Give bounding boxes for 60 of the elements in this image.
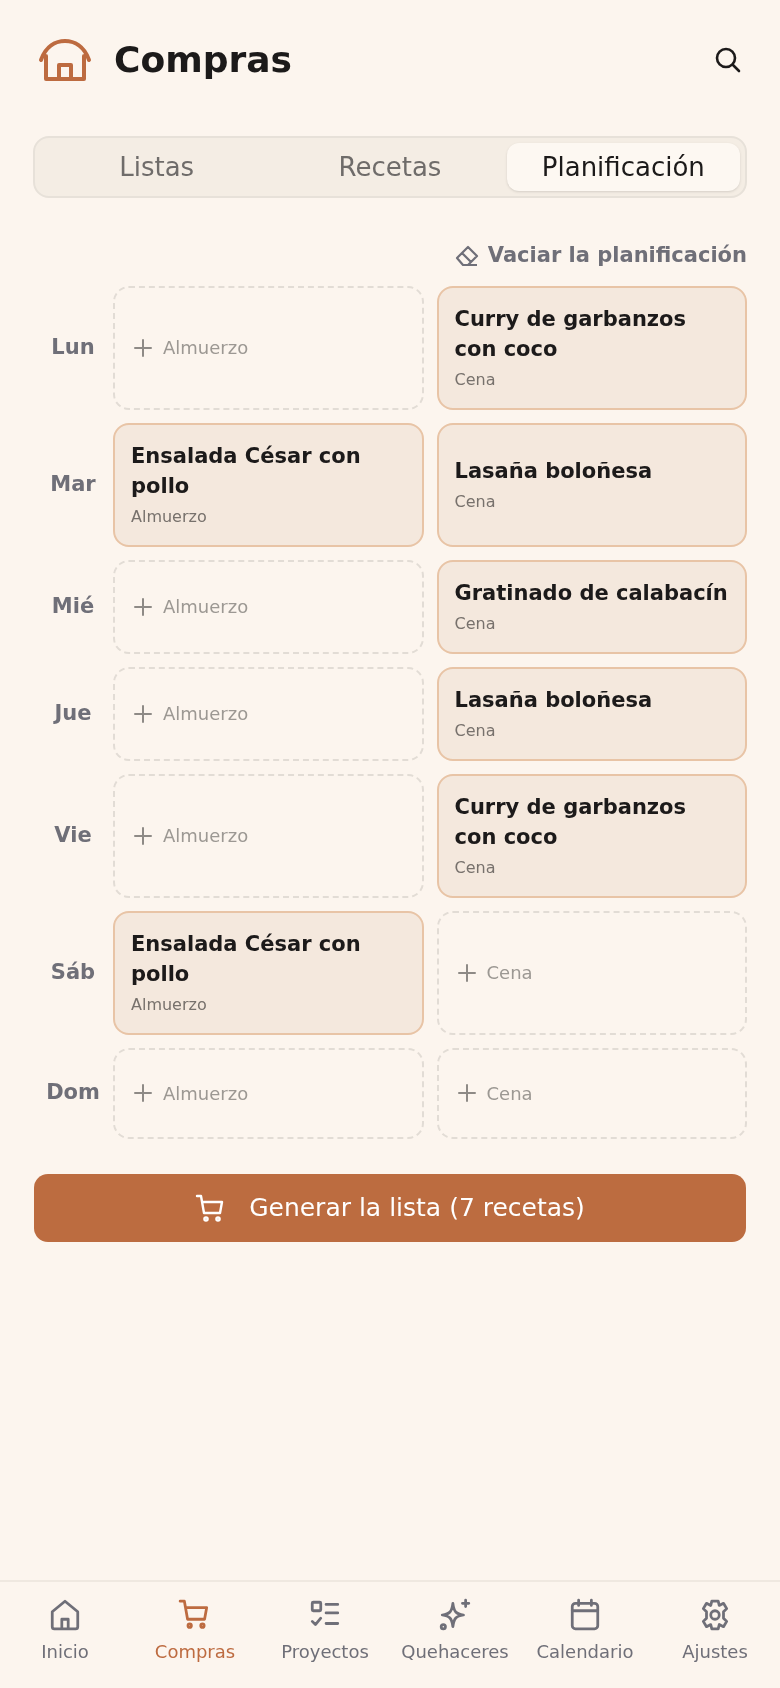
meal-type: Cena: [454, 612, 497, 635]
meal-title: Ensalada César con pollo: [131, 930, 362, 988]
day-label: Vie: [54, 821, 92, 849]
home-icon: [48, 1598, 82, 1632]
meal-type: Cena: [454, 490, 497, 513]
add-meal-slot[interactable]: Cena: [436, 1047, 747, 1139]
plus-icon: [456, 1083, 477, 1103]
meal-title: Gratinado de calabacín: [454, 579, 729, 607]
search-icon[interactable]: [714, 46, 742, 74]
plus-icon: [133, 703, 153, 724]
nav-item[interactable]: Calendario: [520, 1582, 650, 1688]
meal-title: Ensalada César con pollo: [131, 442, 362, 500]
sparkle-icon: [438, 1598, 472, 1632]
tab[interactable]: Listas: [40, 143, 274, 191]
tab[interactable]: Recetas: [273, 143, 507, 191]
plus-icon: [133, 596, 153, 617]
day-label: Mar: [50, 470, 96, 498]
meal-card[interactable]: Gratinado de calabacín Cena: [436, 559, 747, 654]
add-meal-slot[interactable]: Almuerzo: [113, 773, 424, 898]
meal-title: Lasaña boloñesa: [454, 686, 654, 714]
generate-list-button[interactable]: Generar la lista (7 recetas): [34, 1173, 746, 1242]
add-meal-slot[interactable]: Almuerzo: [113, 666, 424, 761]
meal-type: Cena: [454, 368, 497, 391]
plus-icon: [133, 1083, 153, 1103]
meal-title: Lasaña boloñesa: [454, 457, 654, 485]
nav-item[interactable]: Quehaceres: [390, 1582, 520, 1688]
plus-icon: [133, 825, 153, 846]
clear-plan-button[interactable]: Vaciar la planificación: [453, 240, 747, 272]
day-label: Sáb: [50, 958, 96, 986]
meal-card[interactable]: Curry de garbanzos con coco Cena: [436, 285, 747, 410]
add-meal-slot[interactable]: Cena: [436, 910, 747, 1035]
meal-card[interactable]: Lasaña boloñesa Cena: [436, 666, 747, 761]
tab[interactable]: Planificación: [506, 143, 740, 191]
plus-icon: [133, 337, 153, 358]
page-title: Compras: [114, 38, 293, 82]
add-meal-slot[interactable]: Almuerzo: [113, 285, 424, 410]
meal-type: Almuerzo: [131, 505, 208, 528]
day-label: Mié: [51, 592, 95, 620]
house-icon: [38, 38, 92, 82]
day-label: Dom: [46, 1079, 100, 1107]
meal-card[interactable]: Lasaña boloñesa Cena: [436, 422, 747, 547]
nav-item[interactable]: Compras: [130, 1582, 260, 1688]
meal-card[interactable]: Ensalada César con pollo Almuerzo: [113, 422, 424, 547]
cart-icon: [195, 1192, 226, 1223]
meal-type: Almuerzo: [131, 993, 208, 1016]
meal-type: Cena: [454, 856, 497, 879]
plus-icon: [456, 962, 477, 983]
meal-card[interactable]: Ensalada César con pollo Almuerzo: [113, 910, 424, 1035]
meal-title: Curry de garbanzos con coco: [454, 305, 688, 363]
add-meal-slot[interactable]: Almuerzo: [113, 1047, 424, 1139]
meal-title: Curry de garbanzos con coco: [454, 793, 688, 851]
day-label: Lun: [51, 333, 95, 361]
nav-item[interactable]: Ajustes: [650, 1582, 780, 1688]
add-meal-slot[interactable]: Almuerzo: [113, 559, 424, 654]
day-label: Jue: [54, 699, 92, 727]
meal-card[interactable]: Curry de garbanzos con coco Cena: [436, 773, 747, 898]
nav-item[interactable]: Proyectos: [260, 1582, 390, 1688]
meal-type: Cena: [454, 719, 497, 742]
nav-item[interactable]: Inicio: [0, 1582, 130, 1688]
calendar-icon: [568, 1598, 602, 1632]
